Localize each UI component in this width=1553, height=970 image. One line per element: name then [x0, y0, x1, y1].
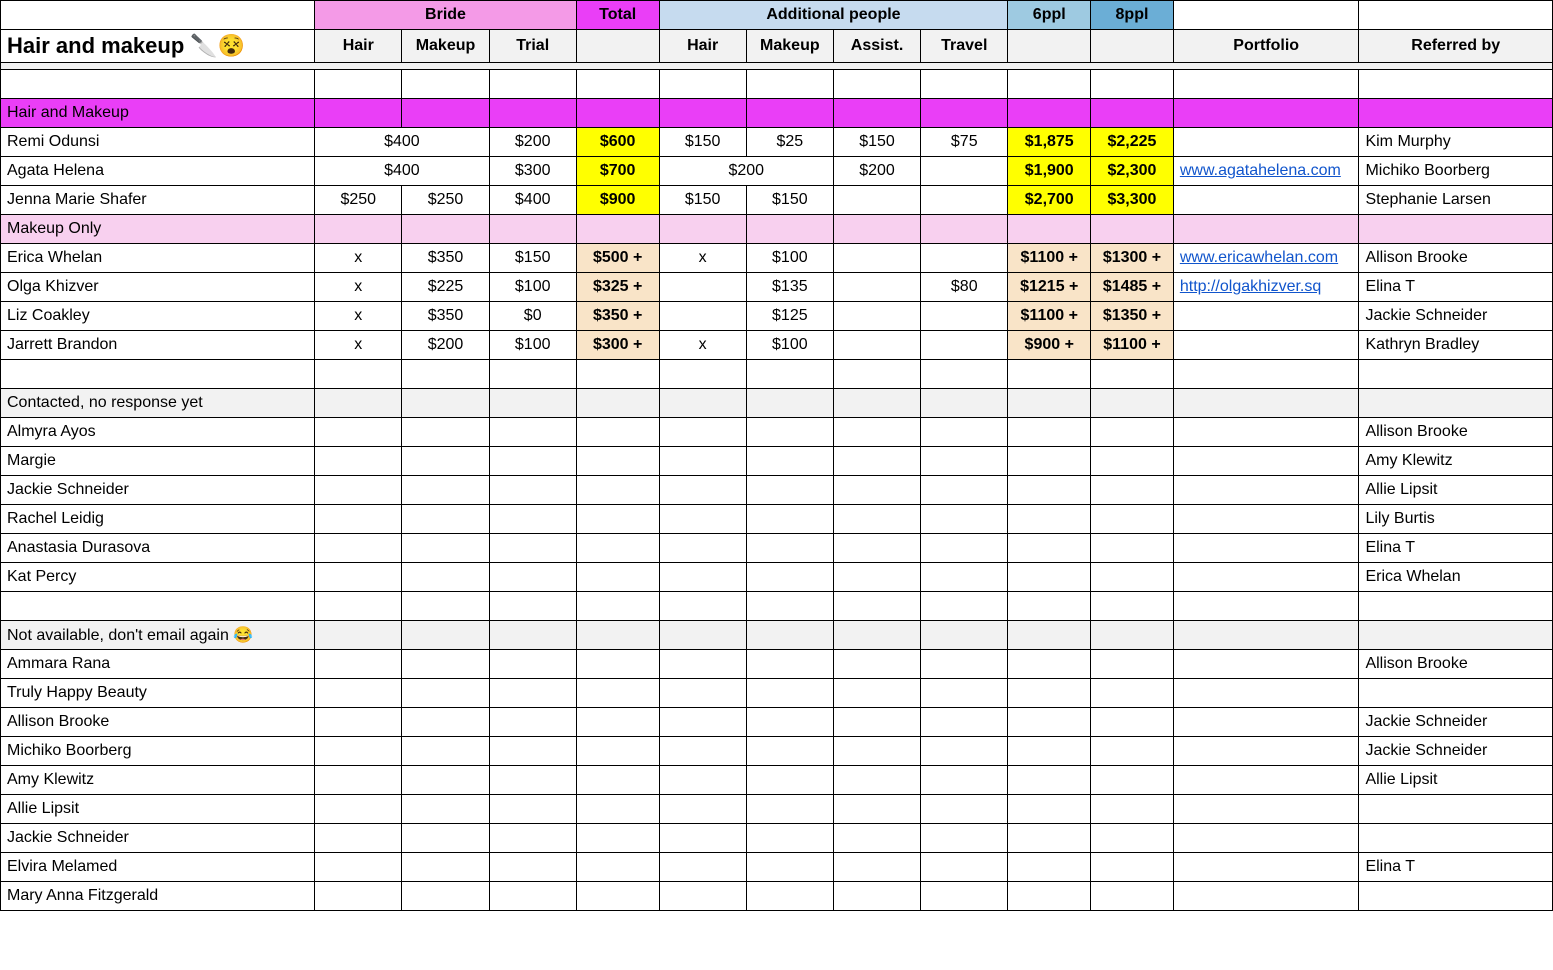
referred-by [1359, 795, 1553, 824]
table-row[interactable]: Allison Brooke Jackie Schneider [1, 708, 1553, 737]
portfolio-link[interactable]: www.agatahelena.com [1173, 157, 1359, 186]
referred-by: Allison Brooke [1359, 418, 1553, 447]
section-not-available: Not available, don't email again 😂 [1, 621, 1553, 650]
vendor-name: Remi Odunsi [1, 128, 315, 157]
table-row[interactable]: Truly Happy Beauty [1, 679, 1553, 708]
table-row[interactable]: Olga Khizver x $225 $100 $325 + $135 $80… [1, 273, 1553, 302]
table-row[interactable]: Michiko Boorberg Jackie Schneider [1, 737, 1553, 766]
referred-by: Elina T [1359, 853, 1553, 882]
table-row[interactable] [1, 592, 1553, 621]
table-row[interactable]: Kat Percy Erica Whelan [1, 563, 1553, 592]
table-row[interactable]: Amy Klewitz Allie Lipsit [1, 766, 1553, 795]
portfolio-link[interactable]: www.ericawhelan.com [1173, 244, 1359, 273]
vendor-name: Margie [1, 447, 315, 476]
table-row[interactable]: Ammara Rana Allison Brooke [1, 650, 1553, 679]
vendor-name: Almyra Ayos [1, 418, 315, 447]
header-row-sub: Hair and makeup 🔪😵 Hair Makeup Trial Hai… [1, 30, 1553, 63]
col-group-6ppl: 6ppl [1008, 1, 1091, 30]
vendor-name: Allie Lipsit [1, 795, 315, 824]
col-hair: Hair [315, 30, 402, 63]
table-row[interactable]: Erica Whelan x $350 $150 $500 + x $100 $… [1, 244, 1553, 273]
col-referred: Referred by [1359, 30, 1553, 63]
col-trial: Trial [489, 30, 576, 63]
vendor-name: Anastasia Durasova [1, 534, 315, 563]
header-row-groups: Bride Total Additional people 6ppl 8ppl [1, 1, 1553, 30]
col-group-total: Total [576, 1, 659, 30]
table-row[interactable]: Jackie Schneider Allie Lipsit [1, 476, 1553, 505]
referred-by: Jackie Schneider [1359, 302, 1553, 331]
col-group-8ppl: 8ppl [1091, 1, 1174, 30]
vendor-name: Elvira Melamed [1, 853, 315, 882]
vendor-name: Jackie Schneider [1, 476, 315, 505]
referred-by: Allison Brooke [1359, 650, 1553, 679]
referred-by [1359, 882, 1553, 911]
vendor-name: Jarrett Brandon [1, 331, 315, 360]
table-row[interactable]: Almyra Ayos Allison Brooke [1, 418, 1553, 447]
col-group-additional: Additional people [659, 1, 1008, 30]
referred-by: Jackie Schneider [1359, 708, 1553, 737]
col-portfolio: Portfolio [1173, 30, 1359, 63]
vendor-name: Kat Percy [1, 563, 315, 592]
vendor-name: Allison Brooke [1, 708, 315, 737]
vendor-name: Olga Khizver [1, 273, 315, 302]
vendor-name: Ammara Rana [1, 650, 315, 679]
vendor-name: Rachel Leidig [1, 505, 315, 534]
referred-by: Amy Klewitz [1359, 447, 1553, 476]
vendor-name: Amy Klewitz [1, 766, 315, 795]
referred-by: Erica Whelan [1359, 563, 1553, 592]
vendor-name: Erica Whelan [1, 244, 315, 273]
referred-by: Kathryn Bradley [1359, 331, 1553, 360]
referred-by: Lily Burtis [1359, 505, 1553, 534]
vendor-name: Jackie Schneider [1, 824, 315, 853]
table-row[interactable]: Jackie Schneider [1, 824, 1553, 853]
section-contacted: Contacted, no response yet [1, 389, 1553, 418]
table-row[interactable]: Allie Lipsit [1, 795, 1553, 824]
col-makeup2: Makeup [746, 30, 833, 63]
referred-by: Jackie Schneider [1359, 737, 1553, 766]
table-row[interactable]: Remi Odunsi $400 $200 $600 $150 $25 $150… [1, 128, 1553, 157]
portfolio-link[interactable]: http://olgakhizver.sq [1173, 273, 1359, 302]
referred-by: Elina T [1359, 273, 1553, 302]
vendor-name: Mary Anna Fitzgerald [1, 882, 315, 911]
referred-by [1359, 679, 1553, 708]
vendor-name: Jenna Marie Shafer [1, 186, 315, 215]
section-makeup-only: Makeup Only [1, 215, 1553, 244]
table-row[interactable] [1, 70, 1553, 99]
referred-by: Allison Brooke [1359, 244, 1553, 273]
referred-by: Allie Lipsit [1359, 766, 1553, 795]
hair-makeup-table[interactable]: Bride Total Additional people 6ppl 8ppl … [0, 0, 1553, 911]
table-row[interactable]: Rachel Leidig Lily Burtis [1, 505, 1553, 534]
table-row[interactable]: Jarrett Brandon x $200 $100 $300 + x $10… [1, 331, 1553, 360]
col-travel: Travel [921, 30, 1008, 63]
table-row[interactable]: Anastasia Durasova Elina T [1, 534, 1553, 563]
table-row[interactable]: Liz Coakley x $350 $0 $350 + $125 $1100 … [1, 302, 1553, 331]
vendor-name: Liz Coakley [1, 302, 315, 331]
referred-by: Kim Murphy [1359, 128, 1553, 157]
vendor-name: Michiko Boorberg [1, 737, 315, 766]
referred-by: Stephanie Larsen [1359, 186, 1553, 215]
vendor-name: Truly Happy Beauty [1, 679, 315, 708]
table-row[interactable]: Jenna Marie Shafer $250 $250 $400 $900 $… [1, 186, 1553, 215]
referred-by: Allie Lipsit [1359, 476, 1553, 505]
col-assist: Assist. [833, 30, 920, 63]
col-makeup: Makeup [402, 30, 489, 63]
vendor-name: Agata Helena [1, 157, 315, 186]
table-row[interactable] [1, 360, 1553, 389]
table-row[interactable]: Agata Helena $400 $300 $700 $200 $200 $1… [1, 157, 1553, 186]
col-group-bride: Bride [315, 1, 577, 30]
table-row[interactable]: Elvira Melamed Elina T [1, 853, 1553, 882]
referred-by [1359, 824, 1553, 853]
table-row[interactable]: Mary Anna Fitzgerald [1, 882, 1553, 911]
page-title: Hair and makeup 🔪😵 [1, 30, 315, 63]
referred-by: Michiko Boorberg [1359, 157, 1553, 186]
table-row[interactable]: Margie Amy Klewitz [1, 447, 1553, 476]
col-hair2: Hair [659, 30, 746, 63]
referred-by: Elina T [1359, 534, 1553, 563]
section-hair-and-makeup: Hair and Makeup [1, 99, 1553, 128]
